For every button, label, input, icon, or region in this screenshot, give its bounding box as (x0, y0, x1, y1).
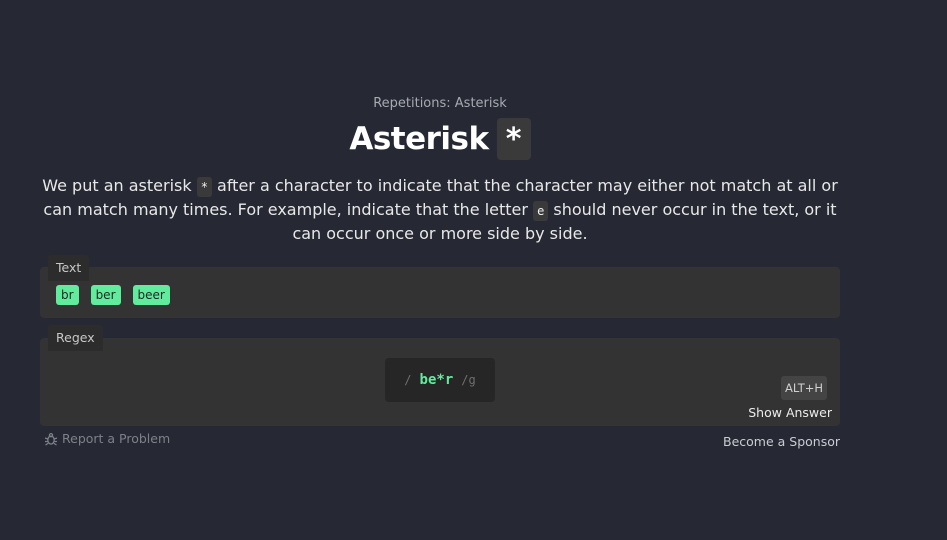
match-chip: ber (90, 285, 121, 305)
lesson-description: We put an asterisk * after a character t… (40, 174, 840, 246)
become-sponsor-link[interactable]: Become a Sponsor (723, 434, 840, 449)
regex-input[interactable]: / be*r /g (385, 358, 495, 402)
lesson-title-row: Asterisk * (40, 118, 840, 160)
lesson-title: Asterisk (349, 121, 489, 157)
bug-icon (44, 432, 58, 446)
lesson-title-symbol: * (496, 118, 531, 160)
regex-panel-label: Regex (48, 325, 103, 351)
regex-flags: /g (461, 373, 476, 387)
show-answer-button[interactable]: Show Answer (736, 405, 832, 420)
regex-open-slash: / (404, 373, 412, 387)
inline-code-e: e (533, 200, 549, 221)
shortcut-hint: ALT+H (781, 376, 827, 400)
match-list: br ber beer (56, 285, 170, 305)
regex-value[interactable]: be*r (420, 372, 454, 388)
description-text: We put an asterisk (42, 176, 197, 195)
inline-code-asterisk: * (196, 176, 212, 197)
report-problem-link[interactable]: Report a Problem (44, 431, 170, 446)
lesson-subtitle: Repetitions: Asterisk (373, 96, 507, 111)
match-chip: br (56, 285, 79, 305)
match-chip: beer (132, 285, 170, 305)
text-panel-label: Text (48, 255, 90, 281)
report-problem-label: Report a Problem (62, 431, 171, 446)
